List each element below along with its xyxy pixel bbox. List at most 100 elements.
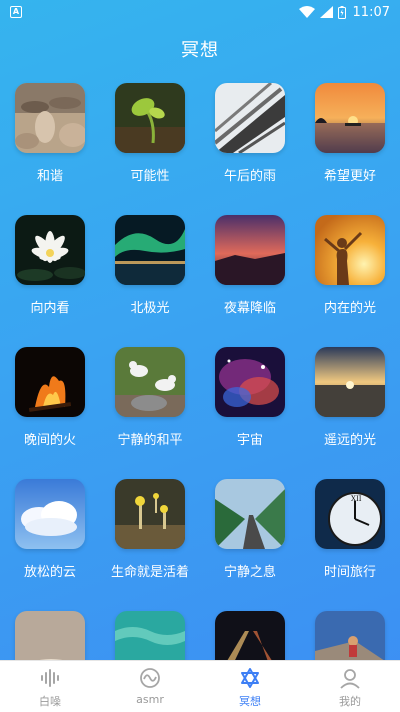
meditation-label: 希望更好 (323, 169, 376, 184)
meditation-card[interactable]: 宇宙 (200, 344, 300, 464)
meditation-thumbnail[interactable] (215, 215, 285, 285)
meditation-thumbnail[interactable] (115, 611, 185, 660)
meditation-grid: 和谐 可能性 午后的雨 希望更好 向内看 北极光 夜幕降临 内在的光 晚间的火 … (0, 80, 400, 660)
meditation-label: 和谐 (36, 169, 63, 184)
meditation-label: 生命就是活着 (110, 565, 189, 580)
svg-text:XII: XII (351, 495, 362, 503)
roof-rain-image (215, 83, 285, 153)
meditation-thumbnail[interactable] (15, 611, 85, 660)
meditation-card[interactable]: 生命就是活着 (100, 476, 200, 596)
nav-label: 我的 (339, 695, 361, 708)
cat-image (15, 611, 85, 660)
meditation-label: 午后的雨 (223, 169, 276, 184)
meditation-thumbnail[interactable] (315, 83, 385, 153)
meditation-card[interactable]: XII 时间旅行 (300, 476, 400, 596)
meditation-thumbnail[interactable] (15, 347, 85, 417)
nebula-image (215, 347, 285, 417)
page-title: 冥想 (181, 40, 219, 61)
meditation-thumbnail[interactable]: XII (315, 479, 385, 549)
dusk-image (215, 215, 285, 285)
meditation-thumbnail[interactable] (315, 347, 385, 417)
water-image (115, 611, 185, 660)
meditation-thumbnail[interactable] (215, 479, 285, 549)
meditation-label: 向内看 (30, 301, 70, 316)
wifi-icon (298, 6, 315, 18)
meditation-card[interactable]: 可能性 (100, 80, 200, 200)
signal-icon (319, 6, 333, 18)
meditation-card[interactable] (100, 608, 200, 660)
meditation-thumbnail[interactable] (115, 83, 185, 153)
meditation-card[interactable]: 向内看 (0, 212, 100, 332)
meditation-label: 宇宙 (236, 433, 263, 448)
meditation-thumbnail[interactable] (15, 83, 85, 153)
clouds-image (15, 479, 85, 549)
campfire-image (15, 347, 85, 417)
star-of-david-icon (239, 667, 261, 689)
sun-person-image (315, 215, 385, 285)
meditation-thumbnail[interactable] (15, 479, 85, 549)
nav-item-0[interactable]: 白噪 (0, 661, 100, 712)
status-right: 11:07 (298, 4, 390, 20)
status-left: A (10, 6, 22, 18)
meditation-thumbnail[interactable] (115, 347, 185, 417)
nav-item-2[interactable]: 冥想 (200, 661, 300, 712)
nav-item-1[interactable]: asmr (100, 661, 200, 712)
meditation-thumbnail[interactable] (215, 347, 285, 417)
meditation-thumbnail[interactable] (315, 215, 385, 285)
meditation-label: 遥远的光 (323, 433, 376, 448)
bottom-nav: 白噪 asmr 冥想 我的 (0, 660, 400, 712)
nav-label: asmr (136, 693, 164, 706)
meditation-label: 夜幕降临 (223, 301, 276, 316)
status-time: 11:07 (352, 4, 390, 20)
sunset-sea-image (315, 83, 385, 153)
nav-label: 冥想 (239, 695, 261, 708)
profile-icon (339, 667, 361, 689)
clock-image: XII (315, 479, 385, 549)
meditation-card[interactable]: 希望更好 (300, 80, 400, 200)
meditation-thumbnail[interactable] (315, 611, 385, 660)
meditation-label: 放松的云 (23, 565, 76, 580)
nav-label: 白噪 (39, 695, 61, 708)
meditation-card[interactable]: 北极光 (100, 212, 200, 332)
meditation-label: 宁静的和平 (117, 433, 183, 448)
waveform-icon (39, 667, 61, 689)
meditation-thumbnail[interactable] (115, 215, 185, 285)
meditation-card[interactable]: 宁静之息 (200, 476, 300, 596)
sprout-image (115, 83, 185, 153)
meditation-label: 晚间的火 (23, 433, 76, 448)
meditation-card[interactable]: 和谐 (0, 80, 100, 200)
meditation-thumbnail[interactable] (15, 215, 85, 285)
doves-image (115, 347, 185, 417)
meditation-card[interactable]: 宁静的和平 (100, 344, 200, 464)
climber-image (315, 611, 385, 660)
status-bar: A 11:07 (0, 0, 400, 24)
meditation-label: 北极光 (130, 301, 170, 316)
road-trees-image (215, 479, 285, 549)
notification-icon: A (10, 6, 22, 18)
aurora-image (115, 215, 185, 285)
meditation-thumbnail[interactable] (215, 83, 285, 153)
meditation-card[interactable] (200, 608, 300, 660)
meditation-card[interactable]: 夜幕降临 (200, 212, 300, 332)
stones-image (15, 83, 85, 153)
meditation-card[interactable] (300, 608, 400, 660)
meditation-label: 可能性 (130, 169, 170, 184)
meditation-card[interactable] (0, 608, 100, 660)
asmr-wave-icon (139, 667, 161, 689)
nav-item-3[interactable]: 我的 (300, 661, 400, 712)
lotus-image (15, 215, 85, 285)
meditation-card[interactable]: 内在的光 (300, 212, 400, 332)
meditation-thumbnail[interactable] (115, 479, 185, 549)
meditation-label: 时间旅行 (323, 565, 376, 580)
meditation-card[interactable]: 午后的雨 (200, 80, 300, 200)
meditation-label: 宁静之息 (223, 565, 276, 580)
meditation-card[interactable]: 晚间的火 (0, 344, 100, 464)
meditation-thumbnail[interactable] (215, 611, 285, 660)
battery-icon (337, 5, 346, 19)
horizon-image (315, 347, 385, 417)
meditation-label: 内在的光 (323, 301, 376, 316)
mushrooms-image (115, 479, 185, 549)
meditation-card[interactable]: 放松的云 (0, 476, 100, 596)
night-road-image (215, 611, 285, 660)
meditation-card[interactable]: 遥远的光 (300, 344, 400, 464)
